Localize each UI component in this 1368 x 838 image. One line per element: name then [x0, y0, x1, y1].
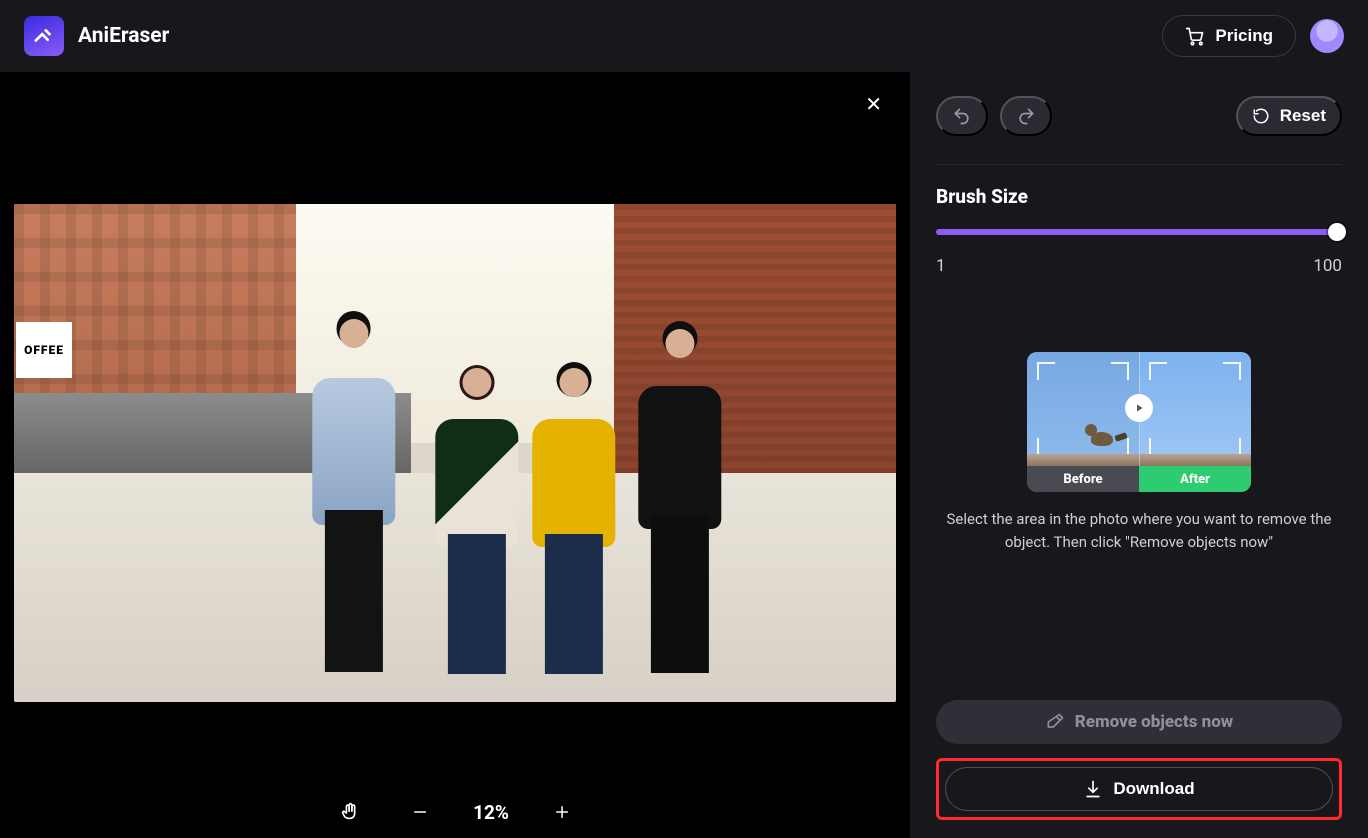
- zoom-level: 12%: [473, 801, 509, 824]
- remove-objects-button[interactable]: Remove objects now: [936, 700, 1342, 744]
- canvas-area: ✕ OFFEE 12%: [0, 72, 910, 838]
- brush-min: 1: [936, 256, 946, 276]
- app-header: AniEraser Pricing: [0, 0, 1368, 72]
- cart-icon: [1185, 26, 1205, 46]
- slider-thumb[interactable]: [1328, 223, 1346, 241]
- storefront-sign: OFFEE: [16, 322, 72, 378]
- user-avatar[interactable]: [1310, 19, 1344, 53]
- pricing-label: Pricing: [1215, 26, 1273, 46]
- close-button[interactable]: ✕: [859, 94, 888, 116]
- demo-before-after-image: Before After: [1027, 352, 1251, 492]
- reset-label: Reset: [1280, 106, 1326, 126]
- photo-canvas[interactable]: OFFEE: [14, 204, 896, 702]
- brand: AniEraser: [24, 16, 169, 56]
- brush-range-labels: 1 100: [936, 256, 1342, 276]
- demo-before-label: Before: [1027, 466, 1139, 492]
- hint-text: Select the area in the photo where you w…: [939, 508, 1339, 553]
- download-button[interactable]: Download: [945, 767, 1333, 811]
- brush-size-title: Brush Size: [936, 185, 1342, 208]
- side-panel: Reset Brush Size 1 100: [910, 72, 1368, 838]
- header-right: Pricing: [1162, 15, 1344, 57]
- zoom-toolbar: 12%: [333, 800, 577, 824]
- brand-name: AniEraser: [78, 24, 169, 48]
- hand-icon: [339, 801, 361, 823]
- redo-button[interactable]: [1000, 96, 1052, 136]
- play-icon: [1125, 394, 1153, 422]
- minus-icon: [411, 803, 429, 821]
- panel-actions: Remove objects now Download: [936, 700, 1342, 820]
- reset-button[interactable]: Reset: [1236, 96, 1342, 136]
- redo-icon: [1016, 106, 1036, 126]
- main-content: ✕ OFFEE 12%: [0, 72, 1368, 838]
- brush-size-slider[interactable]: [936, 226, 1342, 238]
- remove-objects-label: Remove objects now: [1075, 712, 1233, 732]
- download-icon: [1083, 779, 1103, 799]
- panel-top-row: Reset: [936, 96, 1342, 136]
- download-label: Download: [1113, 779, 1194, 799]
- bird-icon: [1085, 418, 1121, 454]
- divider: [936, 164, 1342, 165]
- undo-redo-group: [936, 96, 1052, 136]
- demo-after-label: After: [1139, 466, 1251, 492]
- zoom-in-button[interactable]: [547, 802, 577, 822]
- pan-tool-button[interactable]: [333, 800, 367, 824]
- reset-icon: [1252, 107, 1270, 125]
- app-logo-icon: [24, 16, 64, 56]
- close-icon: ✕: [865, 95, 882, 115]
- undo-button[interactable]: [936, 96, 988, 136]
- brush-max: 100: [1313, 256, 1342, 276]
- zoom-out-button[interactable]: [405, 802, 435, 822]
- eraser-icon: [1045, 712, 1065, 732]
- undo-icon: [952, 106, 972, 126]
- plus-icon: [553, 803, 571, 821]
- pricing-button[interactable]: Pricing: [1162, 15, 1296, 57]
- download-highlight-box: Download: [936, 758, 1342, 820]
- demo-area: Before After Select the area in the phot…: [936, 352, 1342, 553]
